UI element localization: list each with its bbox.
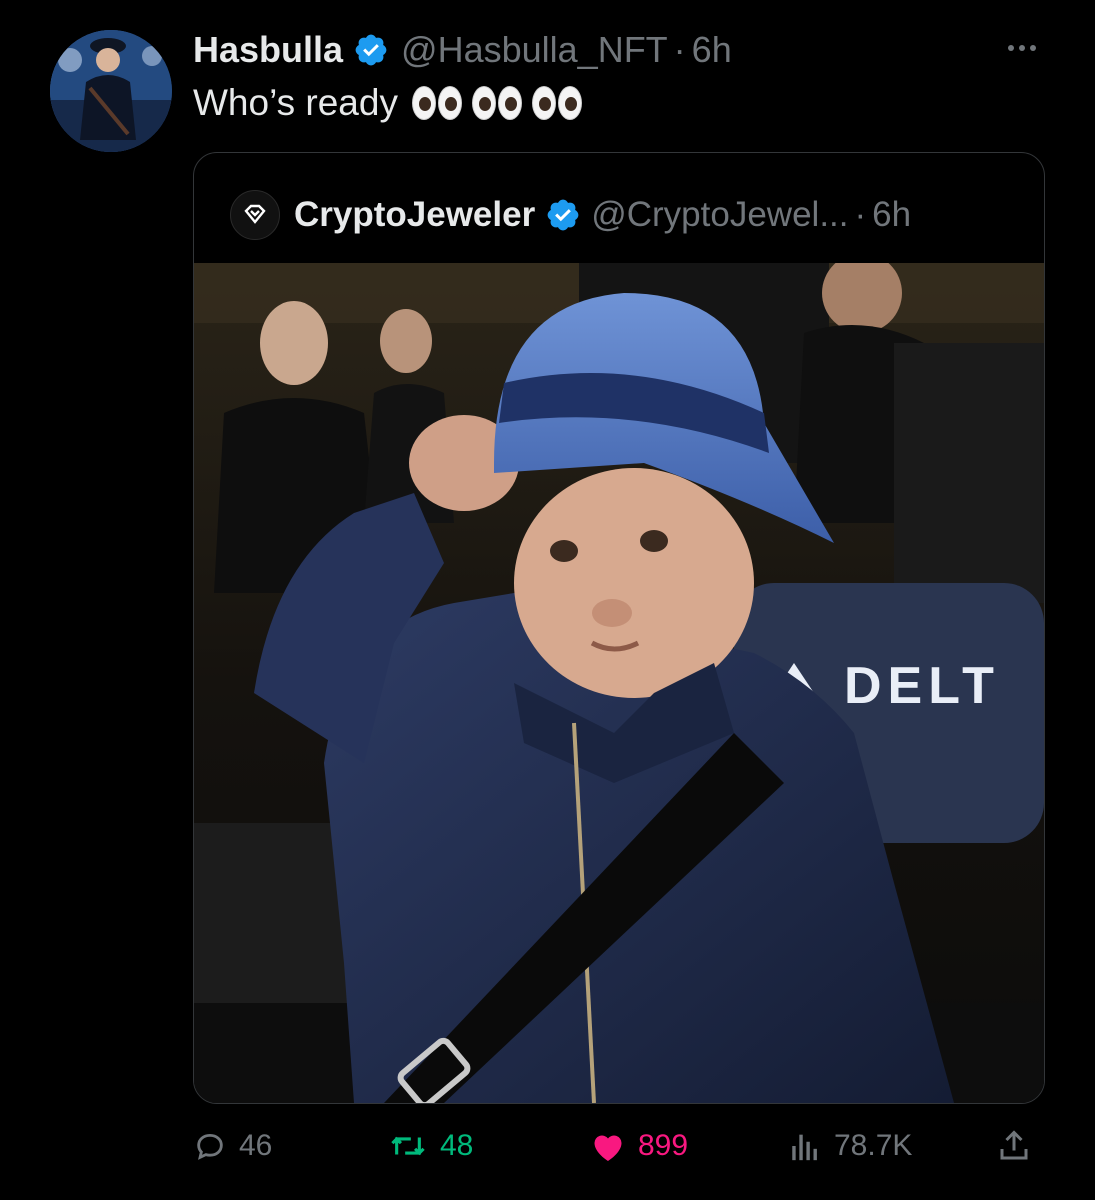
- eyes-emoji-3: [531, 86, 582, 120]
- reply-count: 46: [239, 1129, 273, 1162]
- quoted-tweet[interactable]: CryptoJeweler @CryptoJewel... · 6h DELT: [193, 152, 1045, 1104]
- retweet-count: 48: [440, 1129, 474, 1162]
- quoted-timestamp[interactable]: 6h: [872, 195, 911, 235]
- photo-sign-text: DELT: [844, 657, 1000, 715]
- header-separator: ·: [673, 29, 686, 70]
- eyes-emoji-2: [471, 86, 522, 120]
- retweet-button[interactable]: 48: [388, 1118, 473, 1174]
- tweet: Hasbulla @Hasbulla_NFT · 6h Who’s ready: [0, 0, 1095, 1200]
- tweet-actions: 46 48 899 78.7K: [0, 1118, 1095, 1174]
- author-avatar[interactable]: [50, 30, 172, 152]
- eyes-emoji: [411, 86, 582, 120]
- heart-icon: [594, 1135, 622, 1161]
- author-display-name[interactable]: Hasbulla: [193, 29, 343, 71]
- quoted-photo[interactable]: DELT: [194, 263, 1044, 1103]
- reply-icon: [197, 1133, 223, 1160]
- crypto-jeweler-logo-icon[interactable]: [230, 190, 280, 240]
- eyes-emoji-1: [411, 86, 462, 120]
- quoted-handle[interactable]: @CryptoJewel...: [591, 195, 848, 235]
- tweet-header: Hasbulla @Hasbulla_NFT · 6h: [193, 26, 732, 74]
- views-count: 78.7K: [834, 1129, 913, 1162]
- quoted-separator: ·: [854, 195, 867, 234]
- like-button[interactable]: 899: [590, 1118, 688, 1174]
- photo-image: DELT: [194, 263, 1044, 1103]
- quoted-tweet-header: CryptoJeweler @CryptoJewel... · 6h: [230, 190, 911, 240]
- quoted-verified-badge-icon: [547, 199, 579, 231]
- retweet-icon: [391, 1136, 425, 1156]
- reply-button[interactable]: 46: [193, 1118, 272, 1174]
- quoted-display-name[interactable]: CryptoJeweler: [294, 195, 535, 235]
- tweet-text: Who’s ready: [193, 82, 582, 124]
- tweet-timestamp[interactable]: 6h: [692, 29, 732, 71]
- views-icon: [792, 1134, 817, 1161]
- author-handle[interactable]: @Hasbulla_NFT: [401, 29, 668, 71]
- share-button[interactable]: [996, 1118, 1032, 1174]
- tweet-text-content: Who’s ready: [193, 82, 398, 123]
- verified-badge-icon: [355, 34, 387, 66]
- like-count: 899: [638, 1129, 689, 1162]
- more-icon[interactable]: [998, 34, 1046, 62]
- avatar-image: [50, 30, 172, 152]
- share-icon: [1000, 1130, 1028, 1160]
- views-button[interactable]: 78.7K: [788, 1118, 912, 1174]
